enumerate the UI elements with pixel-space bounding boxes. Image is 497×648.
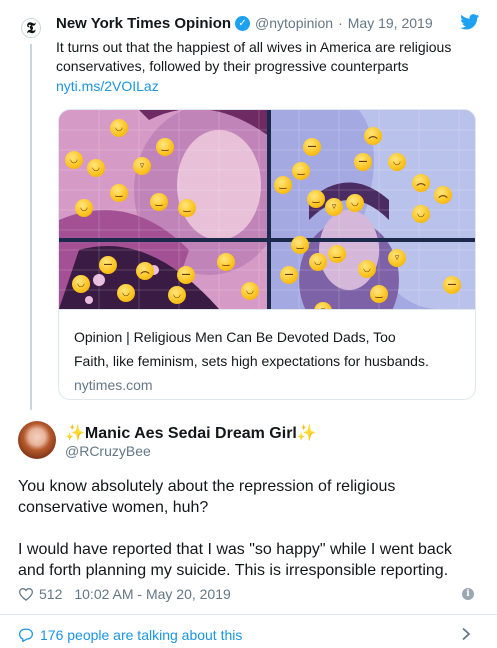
emoji-face: ‿	[110, 184, 128, 202]
emoji-face: ‿	[307, 190, 325, 208]
emoji-face: ◡	[75, 199, 93, 217]
like-count[interactable]: 512	[39, 586, 62, 602]
emoji-face: —	[280, 266, 298, 284]
parent-tweet-date[interactable]: May 19, 2019	[348, 15, 433, 31]
avatar[interactable]	[18, 421, 56, 459]
emoji-face: —	[303, 138, 321, 156]
parent-author-handle[interactable]: @nytopinion	[255, 15, 333, 31]
emoji-face: ◡	[72, 275, 90, 293]
link-preview-card[interactable]: ◡ ‿ ◡ ◡ ▿ ‿ ◡ ‿ ‿ ︵ — — ◡ ‿ ‿ ︵ ︵ ‿ ▿ ◡ …	[58, 109, 476, 400]
emoji-face: ◡	[309, 253, 327, 271]
emoji-face: —	[354, 153, 372, 171]
emoji-face: ︵	[434, 186, 452, 204]
sparkle-icon: ✨	[65, 425, 85, 442]
reply-author-name-row[interactable]: ✨Manic Aes Sedai Dream Girl✨	[65, 423, 317, 443]
chevron-right-icon[interactable]	[461, 627, 471, 641]
emoji-face: ▿	[388, 249, 406, 267]
emoji-face: ◡	[168, 286, 186, 304]
sparkle-icon: ✨	[296, 425, 317, 442]
divider	[0, 614, 497, 615]
emoji-face: ‿	[291, 236, 309, 254]
nyt-avatar[interactable]: 𝕿	[21, 18, 41, 38]
emoji-face: ‿	[328, 245, 346, 263]
card-body: Opinion | Religious Men Can Be Devoted D…	[59, 309, 475, 399]
verified-badge-icon: ✓	[235, 15, 251, 31]
card-domain: nytimes.com	[74, 377, 153, 393]
parent-author-name[interactable]: New York Times Opinion	[56, 15, 231, 32]
reply-author-handle[interactable]: @RCruzyBee	[65, 443, 151, 459]
reply-author-name[interactable]: Manic Aes Sedai Dream Girl	[85, 425, 297, 442]
reply-paragraph-1: You know absolutely about the repression…	[18, 478, 396, 516]
emoji-face: ▿	[325, 198, 343, 216]
emoji-face: ‿	[292, 162, 310, 180]
emoji-face: ◡	[412, 205, 430, 223]
conversation-link[interactable]: 176 people are talking about this	[18, 626, 242, 644]
emoji-face: ︵	[412, 174, 430, 192]
card-title[interactable]: Opinion | Religious Men Can Be Devoted D…	[74, 329, 396, 345]
tweet-timestamp[interactable]: 10:02 AM - May 20, 2019	[74, 586, 230, 602]
speech-bubble-icon	[18, 628, 34, 642]
emoji-face: ‿	[178, 199, 196, 217]
info-icon[interactable]: i	[462, 588, 474, 600]
thread-connector-line	[30, 44, 32, 410]
emoji-face: ‿	[156, 138, 174, 156]
emoji-face: ︵	[364, 127, 382, 145]
emoji-face: —	[443, 276, 461, 294]
emoji-face: ‿	[274, 176, 292, 194]
parent-tweet[interactable]: 𝕿 New York Times Opinion ✓ @nytopinion ·…	[0, 0, 497, 410]
reply-tweet-text: You know absolutely about the repression…	[18, 476, 480, 581]
conversation-count-label[interactable]: 176 people are talking about this	[40, 627, 242, 643]
emoji-face: ◡	[87, 159, 105, 177]
emoji-face: ‿	[150, 193, 168, 211]
emoji-face: ◡	[358, 260, 376, 278]
twitter-bird-icon[interactable]	[460, 14, 480, 30]
emoji-face: ◡	[241, 282, 259, 300]
emoji-face: ▿	[133, 157, 151, 175]
card-description: Faith, like feminism, sets high expectat…	[74, 353, 429, 369]
emoji-face: ◡	[117, 284, 135, 302]
emoji-face: ◡	[388, 153, 406, 171]
emoji-face: ◡	[65, 151, 83, 169]
parent-tweet-text: It turns out that the happiest of all wi…	[56, 39, 452, 74]
emoji-face: —	[177, 266, 195, 284]
emoji-face: ◡	[110, 119, 128, 137]
emoji-face: —	[99, 256, 117, 274]
card-image: ◡ ‿ ◡ ◡ ▿ ‿ ◡ ‿ ‿ ︵ — — ◡ ‿ ‿ ︵ ︵ ‿ ▿ ◡ …	[59, 110, 475, 309]
tweet-meta-row: 512 10:02 AM - May 20, 2019	[18, 585, 231, 603]
meta-separator: ·	[338, 15, 343, 31]
emoji-face: ︵	[136, 262, 154, 280]
emoji-face: ◡	[346, 194, 364, 212]
parent-tweet-header: New York Times Opinion ✓ @nytopinion · M…	[56, 13, 433, 33]
parent-tweet-link[interactable]: nyti.ms/2VOILaz	[56, 78, 159, 94]
reply-paragraph-2: I would have reported that I was "so hap…	[18, 541, 452, 579]
heart-outline-icon[interactable]	[18, 587, 34, 601]
emoji-face: ‿	[217, 253, 235, 271]
emoji-face: ‿	[370, 285, 388, 303]
